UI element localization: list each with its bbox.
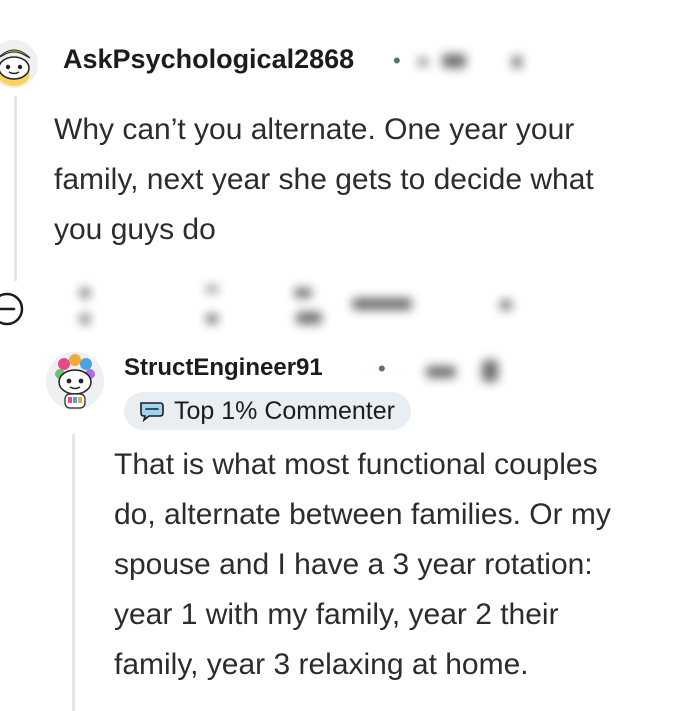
- snoo-avatar-icon: [0, 40, 38, 88]
- redacted-action: [206, 314, 218, 324]
- redacted-timestamp: [512, 56, 522, 68]
- avatar-structengineer91[interactable]: [46, 352, 104, 410]
- redacted-action: [294, 288, 312, 298]
- comment-body: That is what most functional couples do,…: [114, 448, 611, 681]
- commenter-badge-icon: [140, 402, 164, 423]
- snoo-avatar-icon: [46, 352, 104, 410]
- avatar-askpsychological2868[interactable]: [0, 40, 38, 88]
- redacted-timestamp: [418, 58, 428, 66]
- reply-thread-line: [72, 434, 75, 711]
- redacted-action: [206, 286, 218, 292]
- username[interactable]: StructEngineer91: [124, 354, 323, 382]
- redacted-action: [352, 298, 412, 310]
- redacted-action: [80, 314, 90, 324]
- badge-label: Top 1% Commenter: [174, 396, 395, 425]
- separator-dot: •: [378, 356, 386, 381]
- comment-body: Why can’t you alternate. One year your f…: [54, 113, 594, 246]
- redacted-timestamp: [482, 360, 498, 382]
- separator-dot: •: [393, 48, 401, 73]
- top-commenter-badge: Top 1% Commenter: [124, 392, 411, 430]
- redacted-action: [80, 288, 90, 298]
- collapse-minus-icon: [0, 292, 24, 326]
- username[interactable]: AskPsychological2868: [63, 44, 354, 75]
- redacted-action: [296, 312, 322, 324]
- redacted-timestamp: [442, 54, 466, 68]
- collapse-thread-button[interactable]: [0, 290, 26, 328]
- redacted-timestamp: [426, 366, 456, 378]
- redacted-action: [500, 300, 512, 310]
- thread-line: [14, 96, 17, 281]
